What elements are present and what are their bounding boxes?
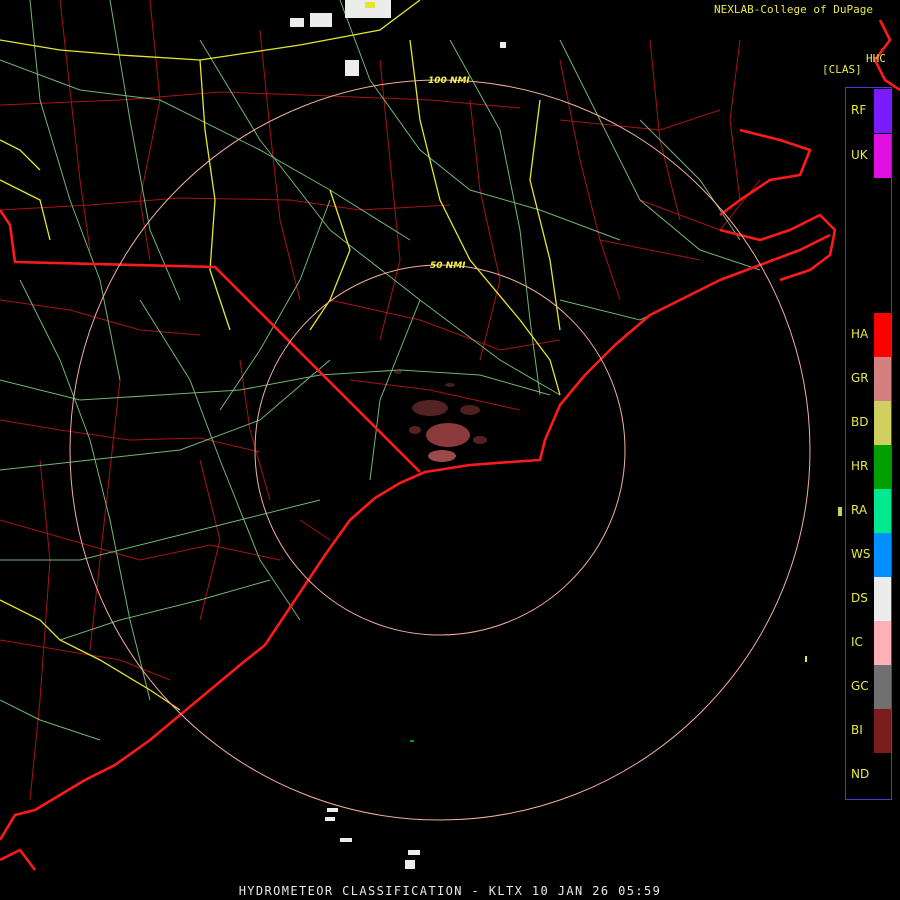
legend-label-gr: GR: [851, 371, 869, 385]
legend-label-gc: GC: [851, 679, 869, 693]
legend-swatch-ra: [874, 489, 891, 533]
product-code: HHC: [866, 52, 886, 65]
legend-label-ds: DS: [851, 591, 868, 605]
legend-label-ha: HA: [851, 327, 869, 341]
radar-map: 100 NMI 50 NMI: [0, 0, 900, 871]
credit-text: NEXLAB-College of DuPage: [714, 3, 873, 16]
legend-swatch-nd: [874, 753, 891, 797]
legend-swatch-ws: [874, 533, 891, 577]
legend-label-uk: UK: [851, 148, 868, 162]
georgia-coast: [0, 848, 37, 871]
range-ring-50-label: 50 NMI: [430, 261, 466, 271]
biological-echoes: [394, 370, 487, 462]
legend-label-ra: RA: [851, 503, 868, 517]
legend-label-ws: WS: [851, 547, 871, 561]
product-title: HYDROMETEOR CLASSIFICATION - KLTX 10 JAN…: [238, 884, 662, 898]
legend-swatch-ic: [874, 621, 891, 665]
legend-swatch-ds: [874, 577, 891, 621]
legend-swatch-rf: [874, 89, 891, 133]
interstate-highways: [0, 0, 561, 711]
range-ring-50: [254, 264, 626, 636]
legend-swatch-bi: [874, 709, 891, 753]
legend-swatch-hr: [874, 445, 891, 489]
legend-swatch-ha: [874, 313, 891, 357]
legend-label-bi: BI: [851, 723, 863, 737]
legend-label-hr: HR: [851, 459, 869, 473]
legend-swatch-gr: [874, 357, 891, 401]
legend-swatch-uk: [874, 134, 891, 178]
roads: [0, 0, 761, 741]
outer-banks: [719, 213, 837, 282]
range-ring-100-label: 100 NMI: [428, 76, 470, 86]
legend-label-rf: RF: [851, 103, 867, 117]
legend-label-ic: IC: [851, 635, 863, 649]
legend-swatch-bd: [874, 401, 891, 445]
product-mode: [CLAS]: [822, 63, 862, 76]
legend-label-bd: BD: [851, 415, 869, 429]
pamlico-shore: [719, 128, 812, 217]
legend-label-nd: ND: [851, 767, 870, 781]
legend-swatch-gc: [874, 665, 891, 709]
